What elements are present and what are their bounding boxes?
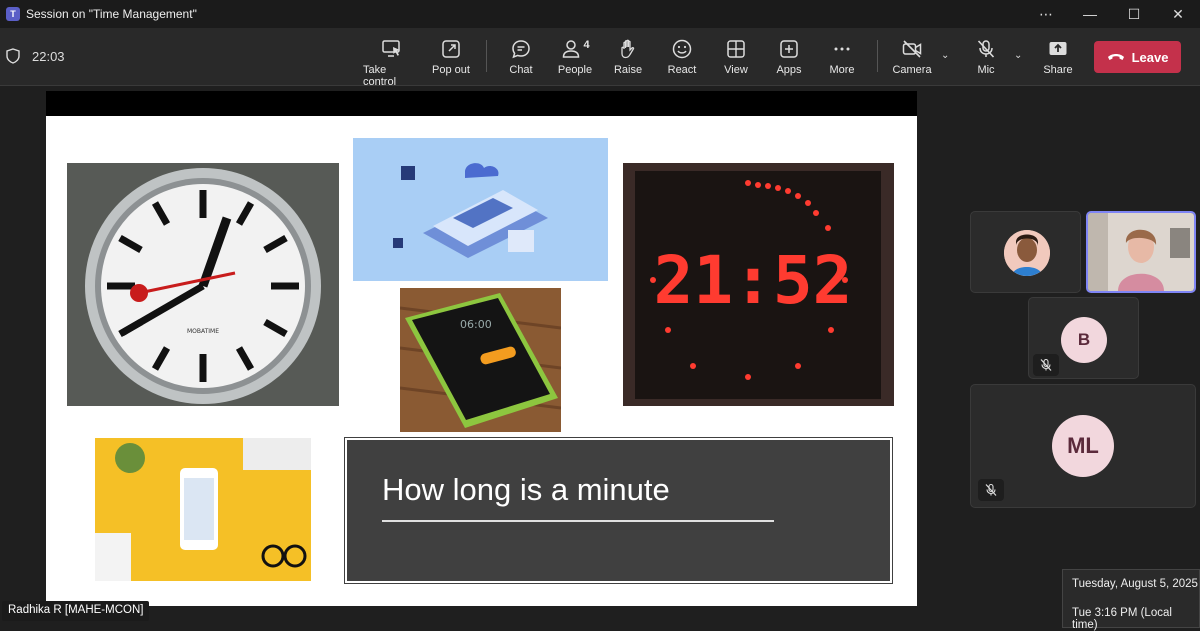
pop-out-icon	[442, 40, 460, 58]
pop-out-label: Pop out	[432, 64, 470, 76]
camera-off-icon	[902, 40, 922, 58]
add-app-icon	[780, 40, 798, 58]
muted-indicator	[1033, 354, 1059, 376]
shield-icon	[6, 48, 20, 64]
slide-caption: How long is a minute	[382, 472, 670, 507]
avatar: ML	[1052, 415, 1114, 477]
camera-label: Camera	[892, 64, 932, 76]
time-text: Tue 3:16 PM (Local time)	[1072, 607, 1172, 631]
chat-button[interactable]: Chat	[505, 34, 537, 76]
react-label: React	[667, 64, 697, 76]
meeting-toolbar: 22:03 Take control Pop out Chat 4 People…	[0, 28, 1200, 88]
pop-out-button[interactable]: Pop out	[431, 34, 471, 76]
leave-label: Leave	[1131, 49, 1169, 65]
take-control-label: Take control	[363, 64, 397, 88]
cloud-phone-image	[353, 138, 608, 281]
svg-text:21:52: 21:52	[654, 242, 853, 319]
slide-caption-box	[345, 438, 892, 583]
mic-options-chevron-icon[interactable]: ⌄	[1014, 50, 1022, 61]
phone-alarm-image: 06:00	[400, 288, 561, 432]
hang-up-icon	[1107, 54, 1124, 60]
title-bar: T Session on "Time Management" ⋯ — ☐ ✕	[0, 0, 1200, 28]
raise-label: Raise	[613, 64, 643, 76]
participant-tile-1[interactable]	[970, 211, 1081, 293]
teams-icon: T	[6, 7, 20, 21]
raise-hand-button[interactable]: Raise	[613, 34, 643, 76]
people-icon	[563, 40, 580, 58]
svg-text:06:00: 06:00	[460, 318, 492, 331]
mic-off-icon	[985, 483, 997, 496]
presenter-name-tag: Radhika R [MAHE-MCON]	[2, 601, 150, 621]
camera-button[interactable]: Camera	[892, 34, 932, 76]
apps-label: Apps	[776, 64, 802, 76]
toolbar-divider	[486, 40, 487, 72]
share-button[interactable]: Share	[1043, 34, 1073, 76]
desk-phone-image	[95, 438, 311, 581]
avatar: B	[1061, 317, 1107, 363]
participant-tile-3[interactable]: B	[1028, 297, 1139, 379]
apps-button[interactable]: Apps	[774, 34, 804, 76]
share-screen-icon	[1049, 42, 1067, 55]
mic-button[interactable]: Mic	[972, 34, 1000, 76]
mic-off-icon	[977, 40, 995, 58]
date-time-popup: Tuesday, August 5, 2025 Tue 3:16 PM (Loc…	[1062, 569, 1200, 631]
digital-clock-image: 21:52	[623, 163, 894, 406]
chat-label: Chat	[509, 64, 533, 76]
more-label: More	[829, 64, 855, 76]
maximize-button[interactable]: ☐	[1112, 6, 1156, 23]
mic-off-icon	[1040, 358, 1052, 371]
people-label: People	[557, 64, 593, 76]
people-count: 4	[583, 39, 590, 51]
participant-tile-4[interactable]: ML	[970, 384, 1196, 508]
meeting-timer: 22:03	[6, 48, 65, 64]
participant-tile-2[interactable]	[1086, 211, 1196, 293]
people-button[interactable]: 4 People	[557, 34, 593, 76]
toolbar-divider	[877, 40, 878, 72]
avatar	[1004, 230, 1050, 276]
participant-video-feed	[1088, 213, 1194, 291]
participant-photo-image	[1004, 230, 1050, 276]
muted-indicator	[978, 479, 1004, 501]
share-label: Share	[1043, 64, 1073, 76]
mic-label: Mic	[977, 64, 995, 76]
view-label: View	[724, 64, 748, 76]
window-title: Session on "Time Management"	[26, 7, 197, 21]
chat-icon	[512, 40, 530, 59]
take-control-button[interactable]: Take control	[363, 34, 421, 88]
leave-button[interactable]: Leave	[1094, 41, 1181, 73]
react-button[interactable]: React	[667, 34, 697, 76]
close-button[interactable]: ✕	[1156, 6, 1200, 23]
camera-options-chevron-icon[interactable]: ⌄	[941, 50, 949, 61]
window-controls: ⋯ — ☐ ✕	[1024, 0, 1200, 28]
more-button[interactable]: More	[827, 34, 857, 76]
wall-clock-image: MOBATIME	[67, 163, 339, 406]
grid-view-icon	[727, 40, 745, 58]
view-button[interactable]: View	[721, 34, 751, 76]
svg-text:MOBATIME: MOBATIME	[187, 328, 219, 335]
raise-hand-icon	[621, 39, 635, 59]
date-text: Tuesday, August 5, 2025	[1072, 578, 1198, 590]
take-control-icon	[382, 40, 400, 57]
more-options-icon[interactable]: ⋯	[1024, 6, 1068, 23]
caption-underline	[382, 520, 774, 522]
minimize-button[interactable]: —	[1068, 6, 1112, 22]
elapsed-time: 22:03	[32, 48, 65, 64]
more-dots-icon	[834, 47, 850, 51]
smiley-icon	[672, 39, 692, 59]
